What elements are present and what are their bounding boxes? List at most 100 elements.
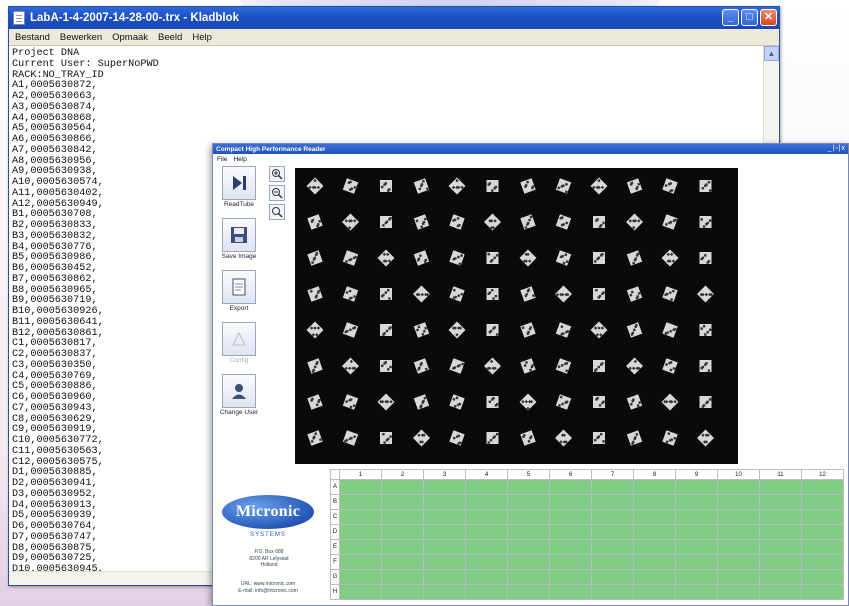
grid-cell[interactable] (759, 554, 802, 570)
grid-cell[interactable] (465, 569, 508, 585)
grid-cell[interactable] (675, 524, 718, 540)
grid-cell[interactable] (423, 494, 466, 510)
grid-cell[interactable] (633, 509, 676, 525)
grid-cell[interactable] (759, 494, 802, 510)
grid-cell[interactable] (717, 584, 760, 600)
scroll-up-icon[interactable]: ▲ (764, 46, 779, 61)
grid-cell[interactable] (381, 569, 424, 585)
grid-cell[interactable] (801, 569, 844, 585)
grid-cell[interactable] (549, 509, 592, 525)
grid-cell[interactable] (717, 569, 760, 585)
grid-cell[interactable] (549, 524, 592, 540)
grid-cell[interactable] (465, 584, 508, 600)
grid-cell[interactable] (591, 479, 634, 495)
grid-cell[interactable] (759, 539, 802, 555)
grid-cell[interactable] (381, 524, 424, 540)
grid-cell[interactable] (423, 509, 466, 525)
grid-cell[interactable] (633, 494, 676, 510)
grid-cell[interactable] (423, 524, 466, 540)
grid-cell[interactable] (507, 554, 550, 570)
reader-menu-help[interactable]: Help (233, 156, 246, 163)
grid-cell[interactable] (675, 479, 718, 495)
menu-opmaak[interactable]: Opmaak (112, 32, 148, 43)
grid-cell[interactable] (339, 509, 382, 525)
grid-cell[interactable] (339, 569, 382, 585)
grid-cell[interactable] (549, 554, 592, 570)
grid-cell[interactable] (423, 554, 466, 570)
grid-cell[interactable] (801, 539, 844, 555)
grid-cell[interactable] (675, 494, 718, 510)
close-button[interactable]: ✕ (760, 9, 777, 26)
grid-cell[interactable] (339, 479, 382, 495)
grid-cell[interactable] (675, 554, 718, 570)
grid-cell[interactable] (759, 524, 802, 540)
grid-cell[interactable] (675, 584, 718, 600)
grid-cell[interactable] (381, 509, 424, 525)
grid-cell[interactable] (381, 584, 424, 600)
read-tube-button[interactable]: ReadTube (216, 166, 262, 208)
grid-cell[interactable] (759, 509, 802, 525)
grid-cell[interactable] (633, 569, 676, 585)
rack-image[interactable] (295, 168, 738, 464)
grid-cell[interactable] (465, 494, 508, 510)
grid-cell[interactable] (633, 584, 676, 600)
grid-cell[interactable] (549, 494, 592, 510)
grid-cell[interactable] (591, 554, 634, 570)
grid-cell[interactable] (801, 584, 844, 600)
grid-cell[interactable] (339, 524, 382, 540)
grid-cell[interactable] (381, 494, 424, 510)
grid-cell[interactable] (591, 524, 634, 540)
grid-cell[interactable] (591, 584, 634, 600)
grid-cell[interactable] (549, 539, 592, 555)
grid-cell[interactable] (381, 479, 424, 495)
grid-cell[interactable] (591, 539, 634, 555)
menu-help[interactable]: Help (192, 32, 212, 43)
grid-cell[interactable] (465, 524, 508, 540)
menu-beeld[interactable]: Beeld (158, 32, 182, 43)
grid-cell[interactable] (549, 479, 592, 495)
grid-cell[interactable] (339, 554, 382, 570)
grid-cell[interactable] (465, 509, 508, 525)
grid-cell[interactable] (591, 569, 634, 585)
grid-cell[interactable] (591, 494, 634, 510)
grid-cell[interactable] (507, 569, 550, 585)
maximize-button[interactable]: □ (741, 9, 758, 26)
grid-cell[interactable] (801, 524, 844, 540)
menu-bestand[interactable]: Bestand (15, 32, 50, 43)
save-image-button[interactable]: Save Image (216, 218, 262, 260)
grid-cell[interactable] (339, 584, 382, 600)
grid-cell[interactable] (633, 554, 676, 570)
grid-cell[interactable] (591, 509, 634, 525)
zoom-out-icon[interactable] (269, 185, 285, 201)
grid-cell[interactable] (507, 584, 550, 600)
grid-cell[interactable] (423, 569, 466, 585)
grid-cell[interactable] (339, 494, 382, 510)
results-grid[interactable]: 1 2 3 4 5 6 7 8 9 10 11 12 ABCDEFGH (330, 469, 844, 600)
menu-bewerken[interactable]: Bewerken (60, 32, 102, 43)
grid-cell[interactable] (339, 539, 382, 555)
zoom-fit-icon[interactable] (269, 204, 285, 220)
grid-cell[interactable] (801, 479, 844, 495)
grid-cell[interactable] (759, 584, 802, 600)
grid-cell[interactable] (381, 554, 424, 570)
grid-cell[interactable] (801, 554, 844, 570)
export-button[interactable]: Export (216, 270, 262, 312)
grid-cell[interactable] (549, 569, 592, 585)
grid-cell[interactable] (717, 479, 760, 495)
grid-cell[interactable] (801, 509, 844, 525)
reader-window-controls[interactable]: _|▫|x (827, 145, 846, 152)
grid-cell[interactable] (759, 479, 802, 495)
grid-cell[interactable] (507, 494, 550, 510)
config-button[interactable]: Config (216, 322, 262, 364)
grid-cell[interactable] (633, 539, 676, 555)
grid-cell[interactable] (507, 524, 550, 540)
notepad-titlebar[interactable]: LabA-1-4-2007-14-28-00-.trx - Kladblok _… (9, 7, 779, 29)
grid-cell[interactable] (381, 539, 424, 555)
grid-cell[interactable] (633, 479, 676, 495)
grid-cell[interactable] (675, 569, 718, 585)
grid-cell[interactable] (717, 539, 760, 555)
grid-cell[interactable] (717, 524, 760, 540)
grid-cell[interactable] (465, 539, 508, 555)
grid-cell[interactable] (675, 539, 718, 555)
change-user-button[interactable]: Change User (216, 374, 262, 416)
